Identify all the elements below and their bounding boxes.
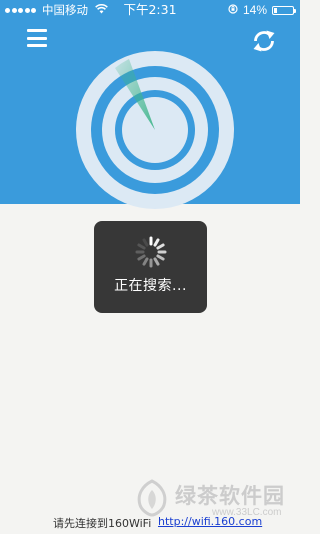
watermark: 绿茶软件园 www.33LC.com xyxy=(132,478,297,518)
watermark-logo-icon xyxy=(137,479,167,517)
status-bar: 中国移动 下午2:31 14% xyxy=(0,0,300,20)
orientation-lock-icon xyxy=(228,0,238,20)
refresh-icon[interactable] xyxy=(250,27,278,55)
battery-fill xyxy=(274,7,277,13)
footer-link[interactable]: http://wifi.160.com xyxy=(158,515,262,528)
footer-hint: 请先连接到160WiFi xyxy=(53,517,152,530)
header-panel: 中国移动 下午2:31 14% xyxy=(0,0,300,209)
status-right: 14% xyxy=(228,0,296,20)
searching-text: 正在搜索... xyxy=(114,278,187,294)
loading-spinner-icon xyxy=(134,235,168,269)
searching-toast: 正在搜索... xyxy=(94,221,207,313)
footer: 请先连接到160WiFi http://wifi.160.com xyxy=(0,513,300,533)
radar-scan-icon xyxy=(75,50,235,210)
watermark-text: 绿茶软件园 xyxy=(175,484,285,508)
battery-percent: 14% xyxy=(242,3,267,17)
hamburger-menu-icon[interactable] xyxy=(27,29,47,47)
battery-icon xyxy=(272,5,296,15)
